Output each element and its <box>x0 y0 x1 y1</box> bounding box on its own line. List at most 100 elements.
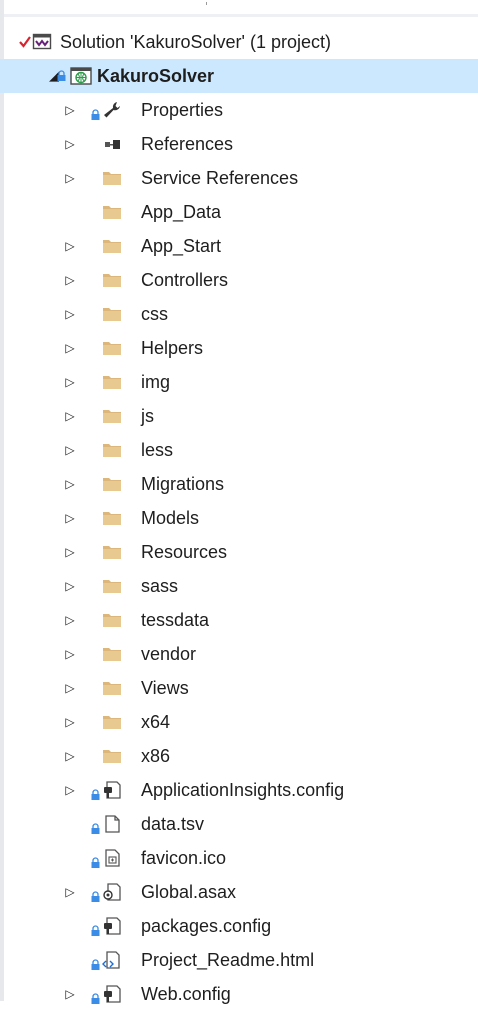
tree-item-label: Helpers <box>141 338 204 358</box>
tree-item-label: Properties <box>141 100 224 120</box>
tree-item-label: x86 <box>141 746 171 766</box>
top-strip <box>0 0 478 20</box>
tree-item[interactable]: ▷ Global.asax <box>0 875 478 909</box>
expand-arrow-icon[interactable]: ▷ <box>64 127 76 161</box>
expand-arrow-icon[interactable]: ▷ <box>64 467 76 501</box>
expand-arrow-icon[interactable]: ▷ <box>64 705 76 739</box>
expand-arrow-icon[interactable]: ▷ <box>64 569 76 603</box>
lock-icon <box>91 954 100 970</box>
tree-item[interactable]: ▷ Migrations <box>0 467 478 501</box>
tree-item[interactable]: ▷ tessdata <box>0 603 478 637</box>
folder-icon <box>101 270 123 290</box>
folder-icon <box>101 440 123 460</box>
solution-node[interactable]: Solution 'KakuroSolver' (1 project) <box>0 25 478 59</box>
tree-item[interactable]: packages.config <box>0 909 478 943</box>
lock-icon <box>91 852 100 868</box>
tree-item[interactable]: ▷ css <box>0 297 478 331</box>
tree-item-label: img <box>141 372 171 392</box>
expand-arrow-icon[interactable]: ▷ <box>64 161 76 195</box>
expand-arrow-icon[interactable]: ▷ <box>64 263 76 297</box>
expand-arrow-icon[interactable]: ▷ <box>64 739 76 773</box>
expand-arrow-icon[interactable]: ▷ <box>64 93 76 127</box>
tree-item[interactable]: ▷ sass <box>0 569 478 603</box>
folder-icon <box>101 712 123 732</box>
tree-item[interactable]: ▷ x64 <box>0 705 478 739</box>
tree-item[interactable]: ▷ less <box>0 433 478 467</box>
project-node[interactable]: ◢ KakuroSolver <box>0 59 478 93</box>
folder-icon <box>101 406 123 426</box>
tree-item-label: vendor <box>141 644 197 664</box>
tree-item[interactable]: favicon.ico <box>0 841 478 875</box>
expand-arrow-icon[interactable]: ▷ <box>64 501 76 535</box>
html-file-icon <box>101 950 123 970</box>
tree-item-label: Migrations <box>141 474 225 494</box>
tree-item-label: Project_Readme.html <box>141 950 315 970</box>
expand-arrow-icon[interactable]: ▷ <box>64 365 76 399</box>
tree-item[interactable]: ▷ Resources <box>0 535 478 569</box>
tree-item[interactable]: Project_Readme.html <box>0 943 478 977</box>
tree-item[interactable]: ▷ Views <box>0 671 478 705</box>
expand-arrow-icon[interactable]: ▷ <box>64 773 76 807</box>
tree-item[interactable]: ▷ Models <box>0 501 478 535</box>
expand-arrow-icon[interactable]: ▷ <box>64 637 76 671</box>
tree-item[interactable]: ▷ Service References <box>0 161 478 195</box>
expand-arrow-icon[interactable]: ▷ <box>64 875 76 909</box>
tree-item-label: Resources <box>141 542 228 562</box>
tree-item-label: js <box>141 406 154 426</box>
folder-icon <box>101 372 123 392</box>
tree-item[interactable]: data.tsv <box>0 807 478 841</box>
lock-icon <box>91 784 100 800</box>
top-tick-mark <box>206 2 207 5</box>
web-project-icon <box>70 67 92 85</box>
config-file-icon <box>101 916 123 936</box>
expand-arrow-icon[interactable]: ▷ <box>64 603 76 637</box>
tree-item[interactable]: ▷ Web.config <box>0 977 478 1011</box>
expand-arrow-icon[interactable]: ▷ <box>64 399 76 433</box>
tree-item-label: css <box>141 304 168 324</box>
tree-item-label: Views <box>141 678 189 698</box>
tree-item[interactable]: ▷ js <box>0 399 478 433</box>
tree-item[interactable]: ▷ vendor <box>0 637 478 671</box>
tree-item-label: ApplicationInsights.config <box>141 780 345 800</box>
folder-icon <box>101 542 123 562</box>
lock-icon <box>91 988 100 1004</box>
folder-icon <box>101 678 123 698</box>
tree-item[interactable]: App_Data <box>0 195 478 229</box>
solution-explorer-tree: Solution 'KakuroSolver' (1 project) ◢ Ka… <box>0 25 478 1011</box>
tree-item[interactable]: ▷ ApplicationInsights.config <box>0 773 478 807</box>
tree-item-label: less <box>141 440 174 460</box>
expand-arrow-icon[interactable]: ▷ <box>64 977 76 1011</box>
expand-arrow-icon[interactable]: ▷ <box>64 297 76 331</box>
folder-icon <box>101 746 123 766</box>
tree-item-label: x64 <box>141 712 171 732</box>
folder-icon <box>101 236 123 256</box>
folder-icon <box>101 644 123 664</box>
expand-arrow-icon[interactable]: ▷ <box>64 433 76 467</box>
folder-icon <box>101 474 123 494</box>
tree-item[interactable]: ▷ Properties <box>0 93 478 127</box>
tree-item[interactable]: ▷ Controllers <box>0 263 478 297</box>
solution-label: Solution 'KakuroSolver' (1 project) <box>60 32 332 52</box>
header-divider <box>0 14 478 17</box>
expand-arrow-icon[interactable]: ▷ <box>64 535 76 569</box>
wrench-icon <box>101 100 123 120</box>
tree-item-label: favicon.ico <box>141 848 227 868</box>
tree-item-label: References <box>141 134 234 154</box>
tree-item[interactable]: ▷ img <box>0 365 478 399</box>
config-file-icon <box>101 780 123 800</box>
tree-item-label: tessdata <box>141 610 210 630</box>
asax-file-icon <box>101 882 123 902</box>
tree-item[interactable]: ▷ Helpers <box>0 331 478 365</box>
tree-item[interactable]: ▷ References <box>0 127 478 161</box>
tree-item-label: App_Start <box>141 236 222 256</box>
tree-item-label: Controllers <box>141 270 229 290</box>
tree-item[interactable]: ▷ App_Start <box>0 229 478 263</box>
image-file-icon <box>101 848 123 868</box>
tree-item[interactable]: ▷ x86 <box>0 739 478 773</box>
folder-icon <box>101 610 123 630</box>
lock-icon <box>91 818 100 834</box>
expand-arrow-icon[interactable]: ▷ <box>64 229 76 263</box>
expand-arrow-icon[interactable]: ▷ <box>64 331 76 365</box>
lock-icon <box>57 70 66 81</box>
expand-arrow-icon[interactable]: ▷ <box>64 671 76 705</box>
